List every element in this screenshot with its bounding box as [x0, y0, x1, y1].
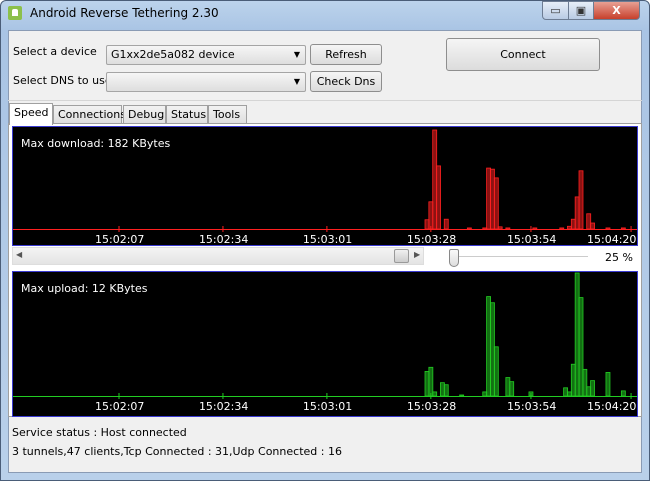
- dns-select[interactable]: ▼: [106, 72, 306, 92]
- upload-bar: [582, 368, 588, 397]
- zoom-slider[interactable]: [450, 256, 588, 258]
- download-bar: [432, 129, 438, 230]
- download-bar: [493, 177, 499, 230]
- refresh-button[interactable]: Refresh: [310, 44, 382, 65]
- connect-button[interactable]: Connect: [446, 38, 600, 71]
- upload-bar: [563, 387, 568, 397]
- dropdown-arrow-icon: ▼: [293, 50, 300, 59]
- connection-summary: 3 tunnels,47 clients,Tcp Connected : 31,…: [12, 445, 342, 458]
- download-bar: [567, 225, 572, 230]
- tab-speed[interactable]: Speed: [9, 103, 53, 125]
- upload-bar: [443, 384, 449, 397]
- upload-bar: [439, 382, 445, 397]
- download-bar: [436, 165, 441, 230]
- scrollbar-thumb[interactable]: [394, 249, 409, 263]
- download-bar: [586, 213, 592, 230]
- tick-label: 15:02:34: [198, 233, 249, 246]
- tick-label: 15:03:01: [302, 233, 353, 246]
- divider: [8, 100, 642, 101]
- close-button[interactable]: X: [593, 1, 640, 20]
- tick-label: 15:02:07: [95, 400, 145, 413]
- download-bar: [559, 227, 565, 230]
- upload-bar: [432, 391, 438, 397]
- dropdown-arrow-icon: ▼: [293, 77, 300, 86]
- upload-bar: [605, 372, 611, 397]
- tick-label: 15:03:28: [406, 233, 457, 246]
- tick-label: 15:03:54: [506, 400, 557, 413]
- upload-bar: [567, 391, 572, 397]
- upload-bar: [424, 371, 430, 397]
- upload-bar: [620, 390, 626, 397]
- upload-bar: [590, 380, 595, 397]
- download-bar: [490, 168, 495, 230]
- upload-bar: [459, 394, 465, 397]
- tick-label: 15:03:28: [406, 400, 457, 413]
- download-bar: [443, 218, 449, 230]
- upload-chart: Max upload: 12 KBytes 15:02:07 15:02:34 15…: [12, 271, 638, 417]
- tab-status[interactable]: Status: [166, 105, 208, 124]
- window-title: Android Reverse Tethering 2.30: [30, 6, 219, 20]
- dns-label: Select DNS to use: [13, 74, 112, 87]
- download-bar: [574, 196, 580, 230]
- download-bar: [505, 227, 511, 230]
- upload-bar: [574, 272, 580, 397]
- service-status: Service status : Host connected: [12, 426, 187, 439]
- download-bar: [424, 219, 430, 230]
- zoom-value: 25 %: [605, 251, 633, 264]
- download-bar: [482, 227, 488, 230]
- tick-label: 15:02:07: [95, 233, 145, 246]
- upload-bar: [509, 381, 515, 397]
- tick-label: 15:04:20: [587, 400, 637, 413]
- tick-label: 15:03:01: [302, 400, 353, 413]
- upload-bar: [482, 391, 488, 397]
- download-bar: [428, 201, 434, 230]
- download-bar: [578, 170, 584, 230]
- tab-debug[interactable]: Debug: [123, 105, 166, 124]
- upload-bar: [493, 346, 499, 397]
- download-bar: [532, 227, 538, 230]
- max-upload-label: Max upload: 12 KBytes: [21, 282, 148, 295]
- horizontal-scrollbar[interactable]: ◀ ▶: [12, 247, 424, 265]
- tick-label: 15:03:54: [506, 233, 557, 246]
- download-bar: [497, 226, 503, 230]
- minimize-button[interactable]: ▭: [542, 1, 569, 20]
- download-bar: [620, 227, 626, 230]
- upload-bar: [586, 386, 592, 397]
- scroll-left-icon[interactable]: ◀: [16, 250, 22, 259]
- download-bar: [486, 167, 492, 230]
- device-value: G1xx2de5a082 device: [111, 48, 235, 61]
- zoom-slider-thumb[interactable]: [449, 249, 459, 267]
- upload-bar: [486, 296, 492, 397]
- maximize-button[interactable]: ▣: [568, 1, 594, 20]
- download-bar: [570, 218, 576, 230]
- check-dns-button[interactable]: Check Dns: [310, 71, 382, 92]
- device-label: Select a device: [13, 45, 97, 58]
- upload-bar: [578, 297, 584, 397]
- download-chart: Max download: 182 KBytes 15:02:07 15:02:3…: [12, 126, 638, 246]
- max-download-label: Max download: 182 KBytes: [21, 137, 171, 150]
- device-select[interactable]: G1xx2de5a082 device ▼: [106, 45, 306, 65]
- download-bar: [605, 227, 611, 230]
- upload-bar: [490, 302, 495, 397]
- download-bar: [466, 227, 472, 230]
- tab-tools[interactable]: Tools: [208, 105, 247, 124]
- upload-bar: [505, 377, 511, 397]
- upload-bar: [428, 366, 434, 397]
- download-bar: [590, 222, 595, 230]
- scroll-right-icon[interactable]: ▶: [414, 250, 420, 259]
- tick-label: 15:04:20: [587, 233, 637, 246]
- tick-label: 15:02:34: [198, 400, 249, 413]
- upload-bar: [570, 363, 576, 397]
- tab-connections[interactable]: Connections: [53, 105, 126, 124]
- android-app-icon: [8, 6, 22, 20]
